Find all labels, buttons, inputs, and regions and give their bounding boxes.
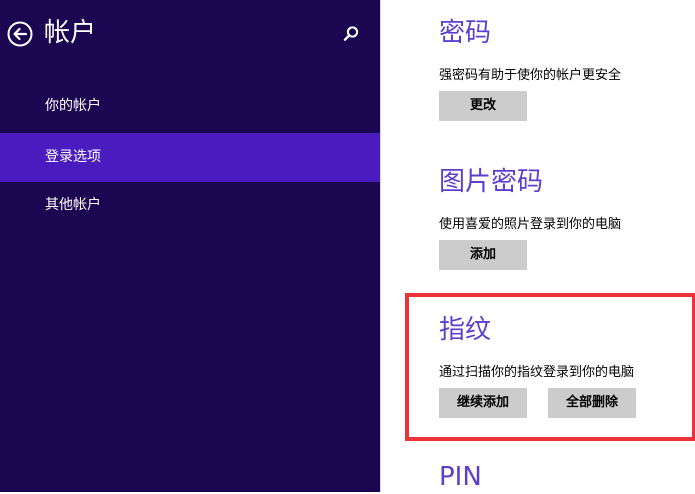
sidebar-item-your-account[interactable]: 你的帐户 xyxy=(0,82,380,131)
password-title: 密码 xyxy=(439,18,492,48)
back-arrow-circle-icon xyxy=(7,21,33,47)
password-description: 强密码有助于使你的帐户更安全 xyxy=(439,68,622,83)
sidebar-item-label: 登录选项 xyxy=(45,149,101,165)
sidebar-item-label: 你的帐户 xyxy=(45,98,101,114)
highlight-box xyxy=(405,293,695,441)
sidebar-title: 帐户 xyxy=(44,18,97,48)
sidebar: 帐户 你的帐户 登录选项 其他帐户 xyxy=(0,0,380,492)
change-password-button[interactable]: 更改 xyxy=(439,91,527,121)
pin-title: PIN xyxy=(439,462,482,492)
sidebar-item-label: 其他帐户 xyxy=(45,197,101,213)
add-picture-password-button[interactable]: 添加 xyxy=(439,240,527,270)
sidebar-item-sign-in-options[interactable]: 登录选项 xyxy=(0,133,380,182)
search-icon xyxy=(343,26,359,41)
picture-password-title: 图片密码 xyxy=(439,167,544,197)
sidebar-item-other-accounts[interactable]: 其他帐户 xyxy=(0,181,380,230)
picture-password-description: 使用喜爱的照片登录到你的电脑 xyxy=(439,217,622,232)
search-button[interactable] xyxy=(342,25,360,43)
back-button[interactable] xyxy=(7,21,33,47)
